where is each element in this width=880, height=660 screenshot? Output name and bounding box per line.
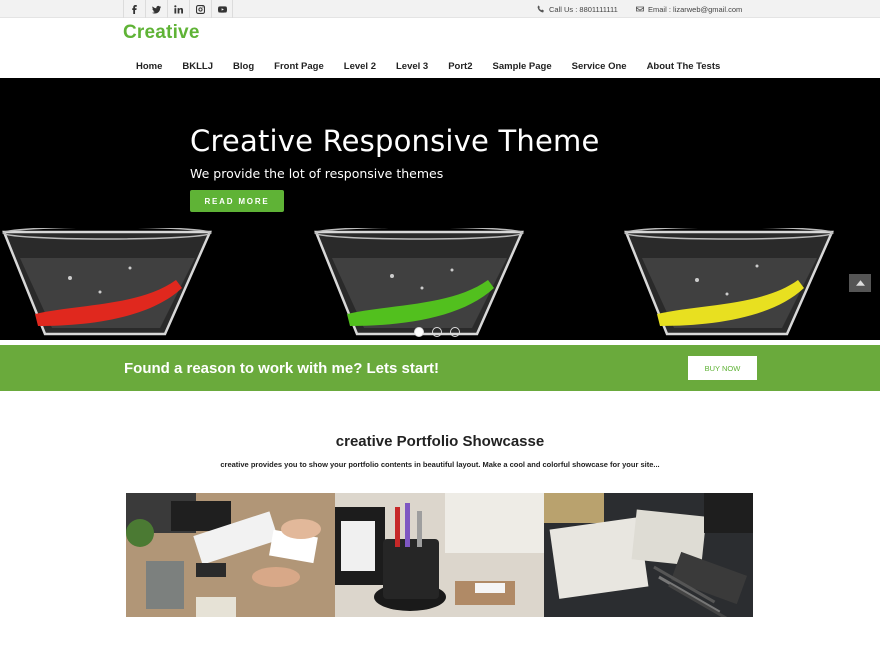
nav-item-level-2[interactable]: Level 2 — [344, 61, 376, 72]
nav-item-blog[interactable]: Blog — [233, 61, 254, 72]
nav-item-about-the-tests[interactable]: About The Tests — [647, 61, 721, 72]
stationery-image — [335, 493, 544, 617]
nav-item-service-one[interactable]: Service One — [572, 61, 627, 72]
site-logo[interactable]: Creative — [123, 22, 200, 44]
nav-item-front-page[interactable]: Front Page — [274, 61, 324, 72]
portfolio-description: creative provides you to show your portf… — [220, 460, 660, 469]
twitter-icon — [152, 5, 161, 14]
hero-slider — [0, 78, 880, 340]
instagram-link[interactable] — [189, 0, 211, 18]
youtube-icon — [217, 5, 227, 13]
nav-item-level-3[interactable]: Level 3 — [396, 61, 428, 72]
facebook-icon — [132, 4, 137, 14]
youtube-link[interactable] — [211, 0, 233, 18]
sketches-image — [544, 493, 753, 617]
facebook-link[interactable] — [123, 0, 145, 18]
main-nav: Home BKLLJ Blog Front Page Level 2 Level… — [136, 61, 720, 72]
linkedin-link[interactable] — [167, 0, 189, 18]
glass-image-yellow — [624, 228, 834, 336]
glass-image-red — [2, 228, 212, 336]
slider-dot[interactable] — [414, 327, 424, 337]
contact-email[interactable]: Email : lizarweb@gmail.com — [636, 0, 742, 18]
envelope-icon — [636, 6, 644, 12]
hero-title: Creative Responsive Theme — [190, 124, 600, 158]
portfolio-item-sketches[interactable] — [544, 493, 753, 617]
contact-email-text: Email : lizarweb@gmail.com — [648, 4, 743, 14]
portfolio-item-desk[interactable] — [126, 493, 335, 617]
nav-item-bkllj[interactable]: BKLLJ — [182, 61, 213, 72]
linkedin-icon — [174, 4, 183, 14]
desk-image — [126, 493, 335, 617]
slider-dots — [414, 327, 468, 337]
read-more-button[interactable]: READ MORE — [190, 190, 284, 212]
hero-subtitle: We provide the lot of responsive themes — [190, 166, 444, 181]
slider-dot[interactable] — [432, 327, 442, 337]
buy-now-button[interactable]: BUY NOW — [688, 356, 757, 380]
top-bar: Call Us : 8801111111 Email : lizarweb@gm… — [0, 0, 880, 18]
twitter-link[interactable] — [145, 0, 167, 18]
contact-phone-text: Call Us : 8801111111 — [549, 4, 618, 14]
glass-image-green — [314, 228, 524, 336]
nav-item-sample-page[interactable]: Sample Page — [493, 61, 552, 72]
nav-item-home[interactable]: Home — [136, 61, 162, 72]
scroll-to-top-button[interactable] — [849, 274, 871, 292]
instagram-icon — [196, 4, 205, 14]
social-links — [123, 0, 233, 18]
phone-icon — [537, 5, 544, 13]
portfolio-item-stationery[interactable] — [335, 493, 544, 617]
chevron-up-icon — [855, 280, 865, 286]
cta-text: Found a reason to work with me? Lets sta… — [124, 360, 440, 377]
slider-dot[interactable] — [450, 327, 460, 337]
contact-phone: Call Us : 8801111111 — [537, 0, 618, 18]
portfolio-title: creative Portfolio Showcasse — [335, 433, 545, 450]
nav-item-port2[interactable]: Port2 — [448, 61, 472, 72]
